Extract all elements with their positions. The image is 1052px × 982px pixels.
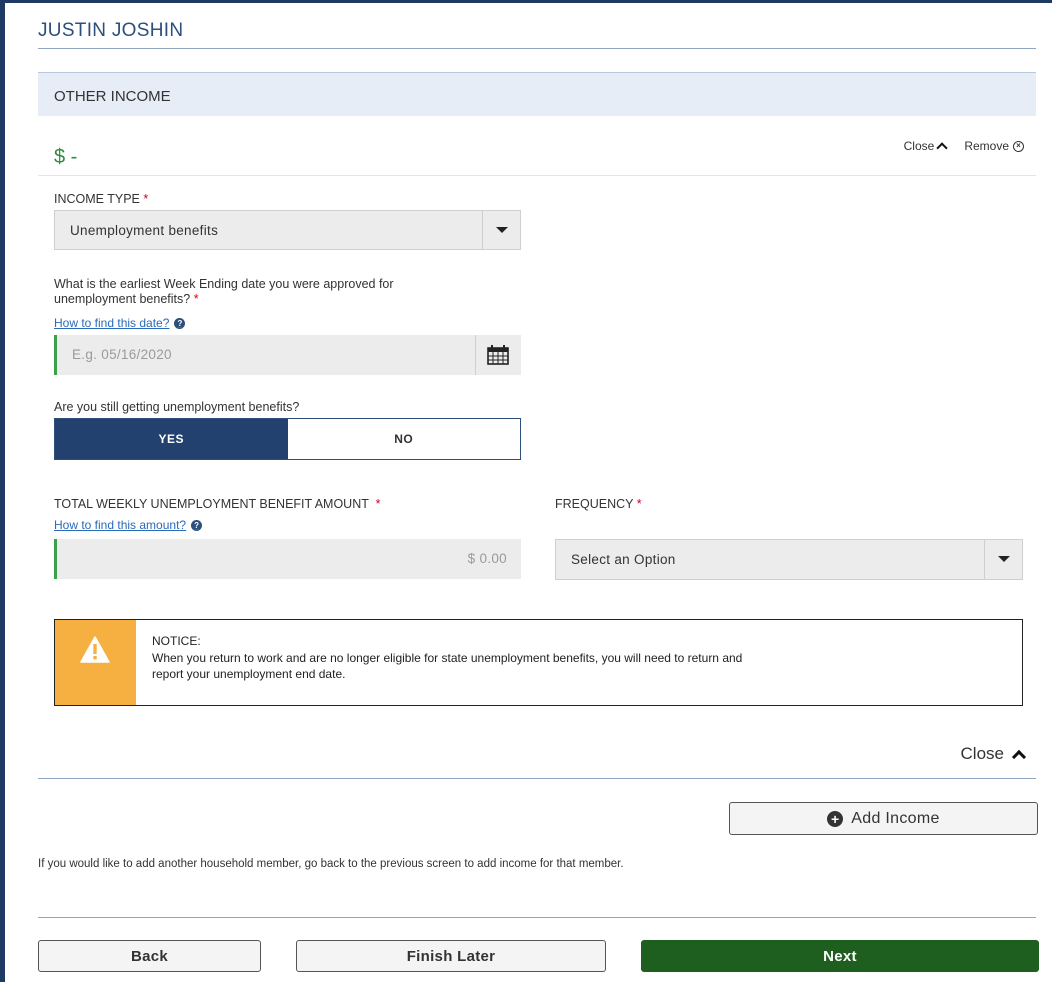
income-type-label: INCOME TYPE * bbox=[54, 192, 149, 206]
still-getting-toggle: YES NO bbox=[54, 418, 521, 460]
close-circle-icon: × bbox=[1013, 140, 1024, 152]
close-income-bottom-link[interactable]: Close bbox=[960, 744, 1027, 765]
header-divider bbox=[38, 48, 1036, 49]
week-ending-question: What is the earliest Week Ending date yo… bbox=[54, 277, 394, 306]
help-icon: ? bbox=[191, 519, 203, 531]
next-button[interactable]: Next bbox=[641, 940, 1039, 972]
required-mark: * bbox=[193, 292, 199, 306]
remove-income-link[interactable]: Remove × bbox=[964, 139, 1024, 153]
notice-icon-panel bbox=[55, 620, 136, 705]
calendar-icon bbox=[487, 345, 509, 365]
caret-down-icon bbox=[496, 227, 508, 233]
income-divider bbox=[38, 175, 1036, 176]
add-income-label: Add Income bbox=[851, 809, 940, 827]
notice-title: NOTICE: bbox=[152, 634, 201, 648]
income-amount: $ - bbox=[54, 146, 78, 168]
income-actions: Close Remove × bbox=[903, 139, 1024, 154]
caret-down-icon bbox=[998, 556, 1010, 562]
weekly-amount-label: TOTAL WEEKLY UNEMPLOYMENT BENEFIT AMOUNT… bbox=[54, 497, 381, 511]
notice-text-line1: When you return to work and are no longe… bbox=[152, 651, 743, 665]
income-type-dropdown-toggle[interactable] bbox=[482, 211, 520, 249]
required-mark: * bbox=[143, 192, 149, 206]
remove-income-label: Remove bbox=[964, 139, 1009, 153]
weekly-amount-placeholder: $ 0.00 bbox=[467, 551, 507, 566]
household-member-hint: If you would like to add another househo… bbox=[38, 858, 624, 870]
still-getting-question: Are you still getting unemployment benef… bbox=[54, 400, 300, 414]
frequency-value: Select an Option bbox=[571, 552, 676, 567]
window-left-border bbox=[0, 0, 5, 982]
back-button[interactable]: Back bbox=[38, 940, 261, 972]
weekly-amount-input[interactable]: $ 0.00 bbox=[54, 539, 521, 579]
help-icon: ? bbox=[174, 317, 186, 329]
calendar-button[interactable] bbox=[475, 335, 521, 375]
frequency-dropdown-toggle[interactable] bbox=[984, 540, 1022, 579]
notice-text-line2: report your unemployment end date. bbox=[152, 667, 346, 681]
frequency-label: FREQUENCY * bbox=[555, 497, 642, 511]
no-option[interactable]: NO bbox=[287, 419, 520, 459]
chevron-up-icon bbox=[936, 142, 948, 154]
find-date-help-link[interactable]: How to find this date? ? bbox=[54, 316, 186, 330]
yes-option[interactable]: YES bbox=[55, 419, 288, 459]
add-income-button[interactable]: + Add Income bbox=[729, 802, 1038, 835]
window-top-border bbox=[0, 0, 1052, 3]
chevron-up-icon bbox=[1011, 749, 1027, 765]
nav-divider bbox=[38, 917, 1036, 918]
unemployment-notice: NOTICE: When you return to work and are … bbox=[54, 619, 1023, 706]
income-footer-divider bbox=[38, 778, 1036, 779]
close-bottom-label: Close bbox=[960, 744, 1004, 763]
plus-circle-icon: + bbox=[827, 810, 844, 827]
income-type-select[interactable]: Unemployment benefits bbox=[54, 210, 521, 250]
frequency-select[interactable]: Select an Option bbox=[555, 539, 1023, 580]
required-mark: * bbox=[375, 497, 381, 511]
required-mark: * bbox=[636, 497, 642, 511]
close-income-label: Close bbox=[903, 139, 935, 153]
week-ending-date-input[interactable]: E.g. 05/16/2020 bbox=[54, 335, 521, 375]
member-name: JUSTIN JOSHIN bbox=[38, 20, 184, 41]
income-type-value: Unemployment benefits bbox=[70, 223, 219, 238]
close-income-link[interactable]: Close bbox=[903, 139, 948, 154]
week-ending-placeholder: E.g. 05/16/2020 bbox=[72, 347, 172, 362]
section-header: OTHER INCOME bbox=[38, 72, 1036, 116]
finish-later-button[interactable]: Finish Later bbox=[296, 940, 606, 972]
find-amount-help-link[interactable]: How to find this amount? ? bbox=[54, 518, 203, 532]
warning-icon bbox=[80, 636, 110, 663]
section-title: OTHER INCOME bbox=[54, 88, 171, 105]
notice-body: NOTICE: When you return to work and are … bbox=[136, 620, 758, 705]
